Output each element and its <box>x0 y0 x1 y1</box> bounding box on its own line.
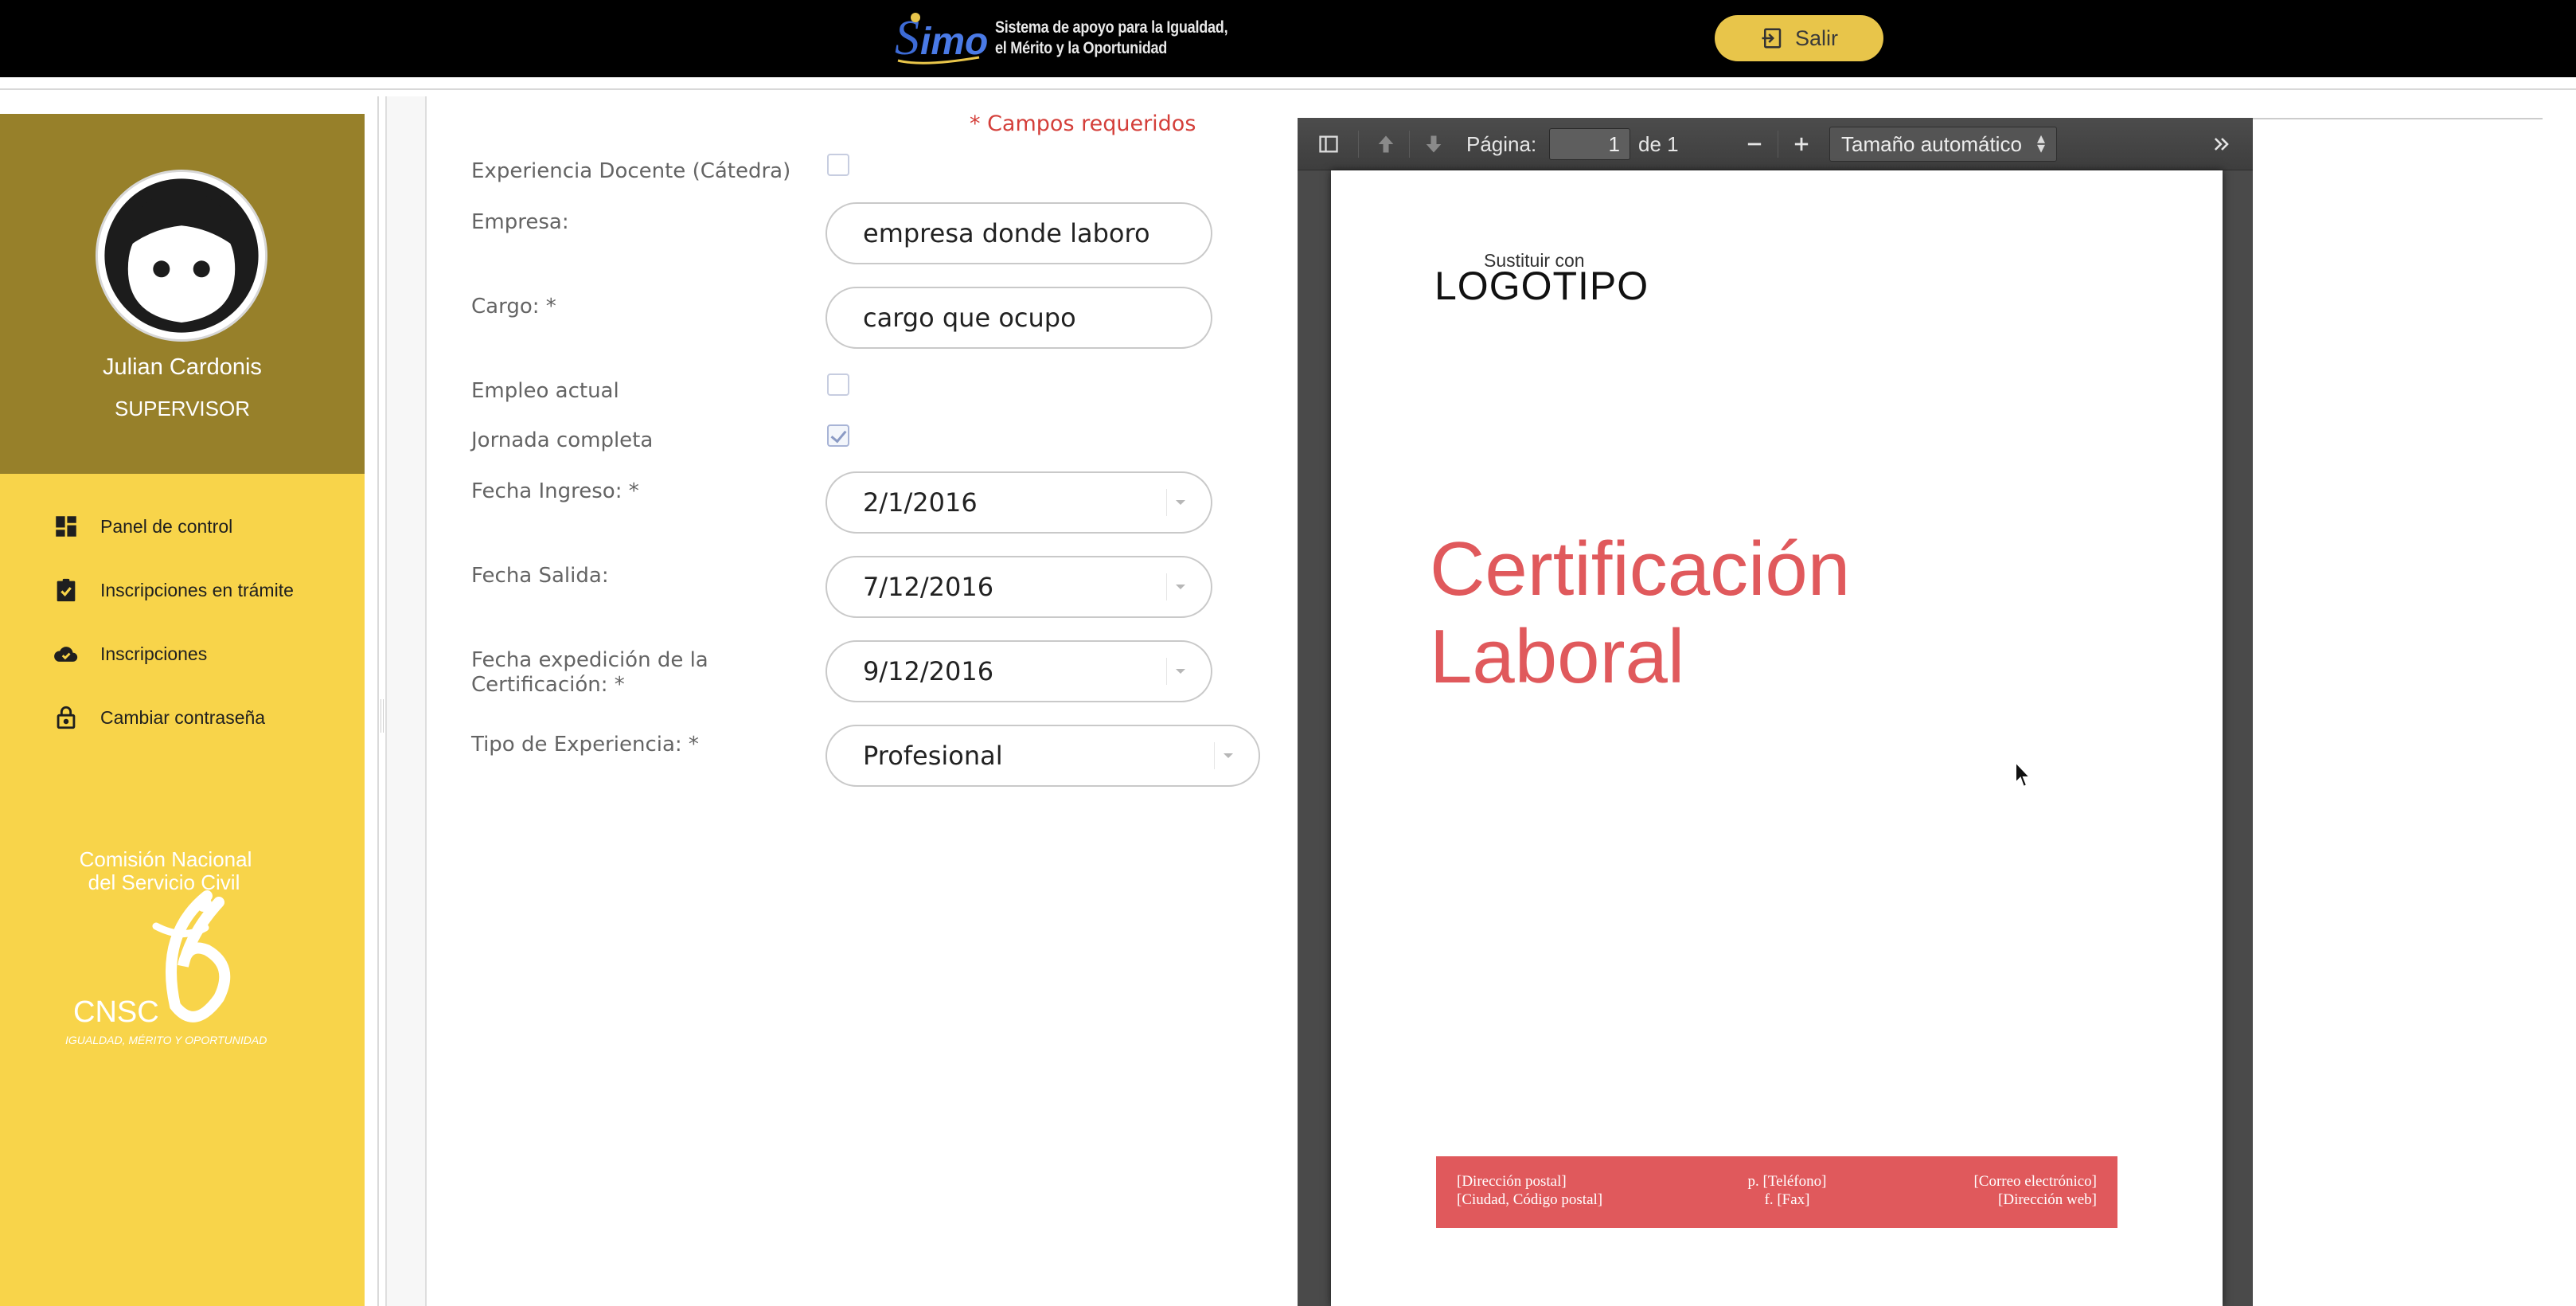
svg-text:IGUALDAD, MÉRITO Y OPORTUNIDAD: IGUALDAD, MÉRITO Y OPORTUNIDAD <box>65 1034 267 1046</box>
right-empty-area <box>2253 96 2576 1306</box>
sidebar-item-panel-de-control[interactable]: Panel de control <box>0 495 365 558</box>
sidebar-item-label: Panel de control <box>100 515 233 537</box>
brand-tagline: Sistema de apoyo para la Igualdad, el Mé… <box>995 18 1228 57</box>
arrow-up-icon <box>1378 135 1394 153</box>
company-input[interactable]: empresa donde laboro <box>825 202 1212 264</box>
tools-menu-button[interactable] <box>2205 127 2238 161</box>
arrow-down-icon <box>1426 135 1442 153</box>
end-date-picker[interactable]: 7/12/2016 <box>825 556 1212 618</box>
footer-phone: p. [Teléfono] f. [Fax] <box>1747 1173 1827 1208</box>
sidebar-item-inscripciones[interactable]: Inscripciones <box>0 622 365 686</box>
issue-date-picker[interactable]: 9/12/2016 <box>825 640 1212 702</box>
footer-web: [Correo electrónico] [Dirección web] <box>1973 1173 2097 1208</box>
next-page-button[interactable] <box>1417 127 1450 161</box>
chevron-down-icon[interactable] <box>1214 742 1241 769</box>
user-name: Julian Cardonis <box>103 354 262 380</box>
simo-brand: S imo Sistema de apoyo para la Igualdad,… <box>892 5 1266 72</box>
mouse-cursor-icon <box>2015 761 2032 788</box>
sidebar-toggle-icon <box>1319 135 1338 153</box>
cloud-check-icon <box>54 647 78 662</box>
end-date-label: Fecha Salida: <box>471 564 609 588</box>
splitter-grip[interactable] <box>381 699 384 733</box>
select-arrows-icon: ▴ ▾ <box>2036 130 2045 157</box>
document-footer: [Dirección postal] [Ciudad, Código posta… <box>1436 1156 2117 1228</box>
clipboard-check-icon <box>57 578 76 602</box>
svg-text:CNSC: CNSC <box>73 995 159 1029</box>
logout-button[interactable]: Salir <box>1715 15 1883 61</box>
chevron-down-icon[interactable] <box>1166 489 1193 516</box>
svg-text:Comisión Nacional: Comisión Nacional <box>80 847 252 871</box>
chevron-down-icon[interactable] <box>1166 573 1193 600</box>
lock-icon <box>57 706 76 729</box>
experience-type-select[interactable]: Profesional <box>825 725 1260 787</box>
right-divider <box>2253 118 2543 119</box>
start-date-label: Fecha Ingreso: * <box>471 479 639 503</box>
panel-splitter[interactable] <box>385 96 427 1306</box>
logo-placeholder: LOGOTIPO <box>1434 264 1649 308</box>
current-job-checkbox[interactable] <box>827 373 849 396</box>
zoom-out-button[interactable] <box>1738 127 1771 161</box>
user-avatar-icon <box>98 172 265 339</box>
pdf-page: Sustituir con LOGOTIPO Certificación Lab… <box>1331 170 2223 1306</box>
sidebar: Julian Cardonis SUPERVISOR Panel de cont… <box>0 114 365 1306</box>
page-total: de 1 <box>1638 132 1679 156</box>
page-label: Página: <box>1466 132 1537 156</box>
zoom-in-button[interactable] <box>1785 127 1818 161</box>
sidebar-item-inscripciones-en-tramite[interactable]: Inscripciones en trámite <box>0 558 365 622</box>
double-chevron-right-icon <box>2214 138 2229 151</box>
toggle-sidebar-button[interactable] <box>1312 127 1345 161</box>
full-time-checkbox[interactable] <box>827 424 849 447</box>
issue-date-label: Fecha expedición de la Certificación: * <box>471 648 708 697</box>
user-role: SUPERVISOR <box>114 397 250 420</box>
sidebar-item-label: Inscripciones <box>100 643 208 664</box>
top-bar: S imo Sistema de apoyo para la Igualdad,… <box>0 0 2576 77</box>
zoom-select[interactable]: Tamaño automático ▴ ▾ <box>1829 127 2057 162</box>
position-input[interactable]: cargo que ocupo <box>825 287 1212 349</box>
dashboard-icon <box>56 516 76 537</box>
current-job-label: Empleo actual <box>471 379 619 403</box>
svg-text:del Servicio Civil: del Servicio Civil <box>88 870 240 894</box>
user-profile: Julian Cardonis SUPERVISOR <box>0 114 365 474</box>
pdf-viewer: Página: 1 de 1 Tamaño automático ▴ ▾ Sust… <box>1298 118 2253 1306</box>
cnsc-logo: Comisión Nacional del Servicio Civil CNS… <box>65 847 267 1046</box>
chevron-down-icon[interactable] <box>1166 658 1193 685</box>
document-title: Certificación Laboral <box>1430 526 1851 699</box>
minus-icon <box>1747 143 1762 146</box>
teaching-experience-label: Experiencia Docente (Cátedra) <box>471 159 791 183</box>
experience-type-label: Tipo de Experiencia: * <box>471 733 699 757</box>
required-fields-note: * Campos requeridos <box>970 111 1196 136</box>
simo-logo: S imo <box>895 11 988 65</box>
sidebar-item-label: Cambiar contraseña <box>100 706 266 728</box>
sidebar-item-label: Inscripciones en trámite <box>100 579 294 600</box>
company-label: Empresa: <box>471 210 569 234</box>
position-label: Cargo: * <box>471 295 556 319</box>
logout-label: Salir <box>1794 25 1838 50</box>
sidebar-nav: Panel de control Inscripciones en trámit… <box>0 495 365 749</box>
page-number-input[interactable]: 1 <box>1549 128 1630 160</box>
plus-icon <box>1794 137 1809 151</box>
footer-address: [Dirección postal] [Ciudad, Código posta… <box>1457 1173 1603 1208</box>
logout-icon <box>1762 28 1782 49</box>
full-time-label: Jornada completa <box>471 428 654 452</box>
top-separator <box>0 77 2576 96</box>
previous-page-button[interactable] <box>1369 127 1403 161</box>
avatar <box>96 170 267 342</box>
sidebar-item-cambiar-contrasena[interactable]: Cambiar contraseña <box>0 686 365 749</box>
teaching-experience-checkbox[interactable] <box>827 154 849 176</box>
start-date-picker[interactable]: 2/1/2016 <box>825 471 1212 534</box>
pdf-toolbar: Página: 1 de 1 Tamaño automático ▴ ▾ <box>1298 118 2253 170</box>
